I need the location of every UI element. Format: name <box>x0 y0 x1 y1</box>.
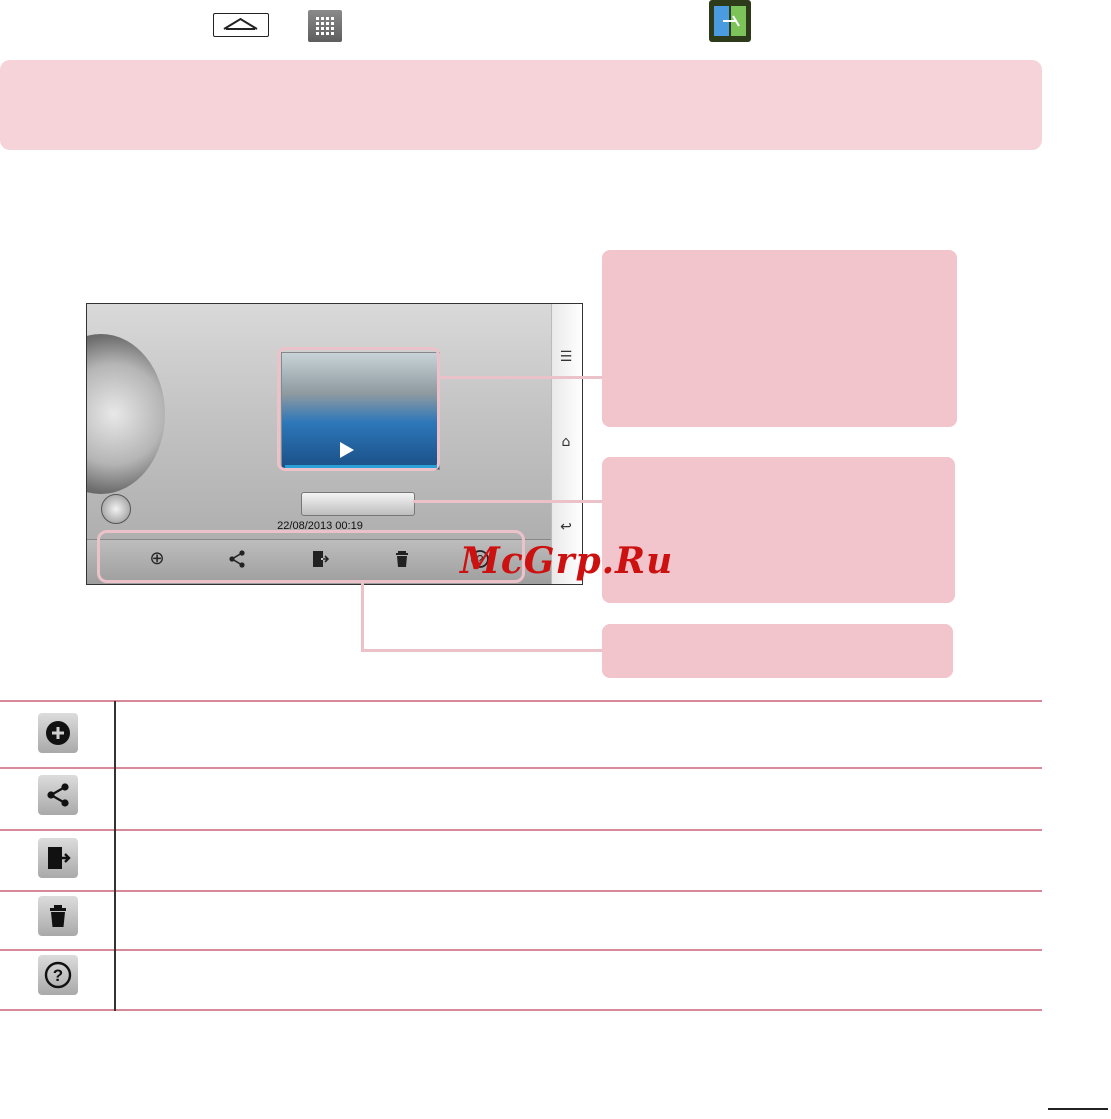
thumbnail-progress <box>285 465 437 468</box>
film-reel-graphic <box>87 334 165 494</box>
help-icon: ? <box>38 955 78 995</box>
callout-toolbar <box>602 624 953 678</box>
table-rule <box>0 700 1042 702</box>
menu-icon[interactable]: ☰ <box>557 349 575 365</box>
play-icon[interactable] <box>340 442 354 458</box>
thumbnail-highlight <box>277 347 440 471</box>
back-icon[interactable]: ↩ <box>557 519 575 535</box>
share-icon <box>38 775 78 815</box>
leader-line-thumbnail <box>439 376 602 379</box>
info-banner <box>0 60 1042 150</box>
table-rule <box>0 890 1042 892</box>
page-number-rule <box>1048 1108 1108 1110</box>
export-icon <box>38 838 78 878</box>
leader-line-toolbar-v <box>361 582 364 652</box>
home-key-icon <box>213 13 269 37</box>
watermark: McGrp.Ru <box>460 540 674 582</box>
add-icon <box>38 713 78 753</box>
apps-grid-icon <box>308 10 342 42</box>
project-name-button[interactable] <box>301 492 415 516</box>
delete-icon <box>38 896 78 936</box>
table-rule <box>0 829 1042 831</box>
table-rule <box>0 767 1042 769</box>
callout-thumbnail <box>602 250 957 427</box>
table-rule <box>0 1009 1042 1011</box>
video-editor-app-icon <box>709 0 751 42</box>
home-icon[interactable]: ⌂ <box>557 434 575 450</box>
svg-text:?: ? <box>53 966 63 985</box>
leader-line-name <box>413 500 602 503</box>
table-column-divider <box>114 701 116 1011</box>
leader-line-toolbar-h <box>361 649 602 652</box>
table-rule <box>0 949 1042 951</box>
